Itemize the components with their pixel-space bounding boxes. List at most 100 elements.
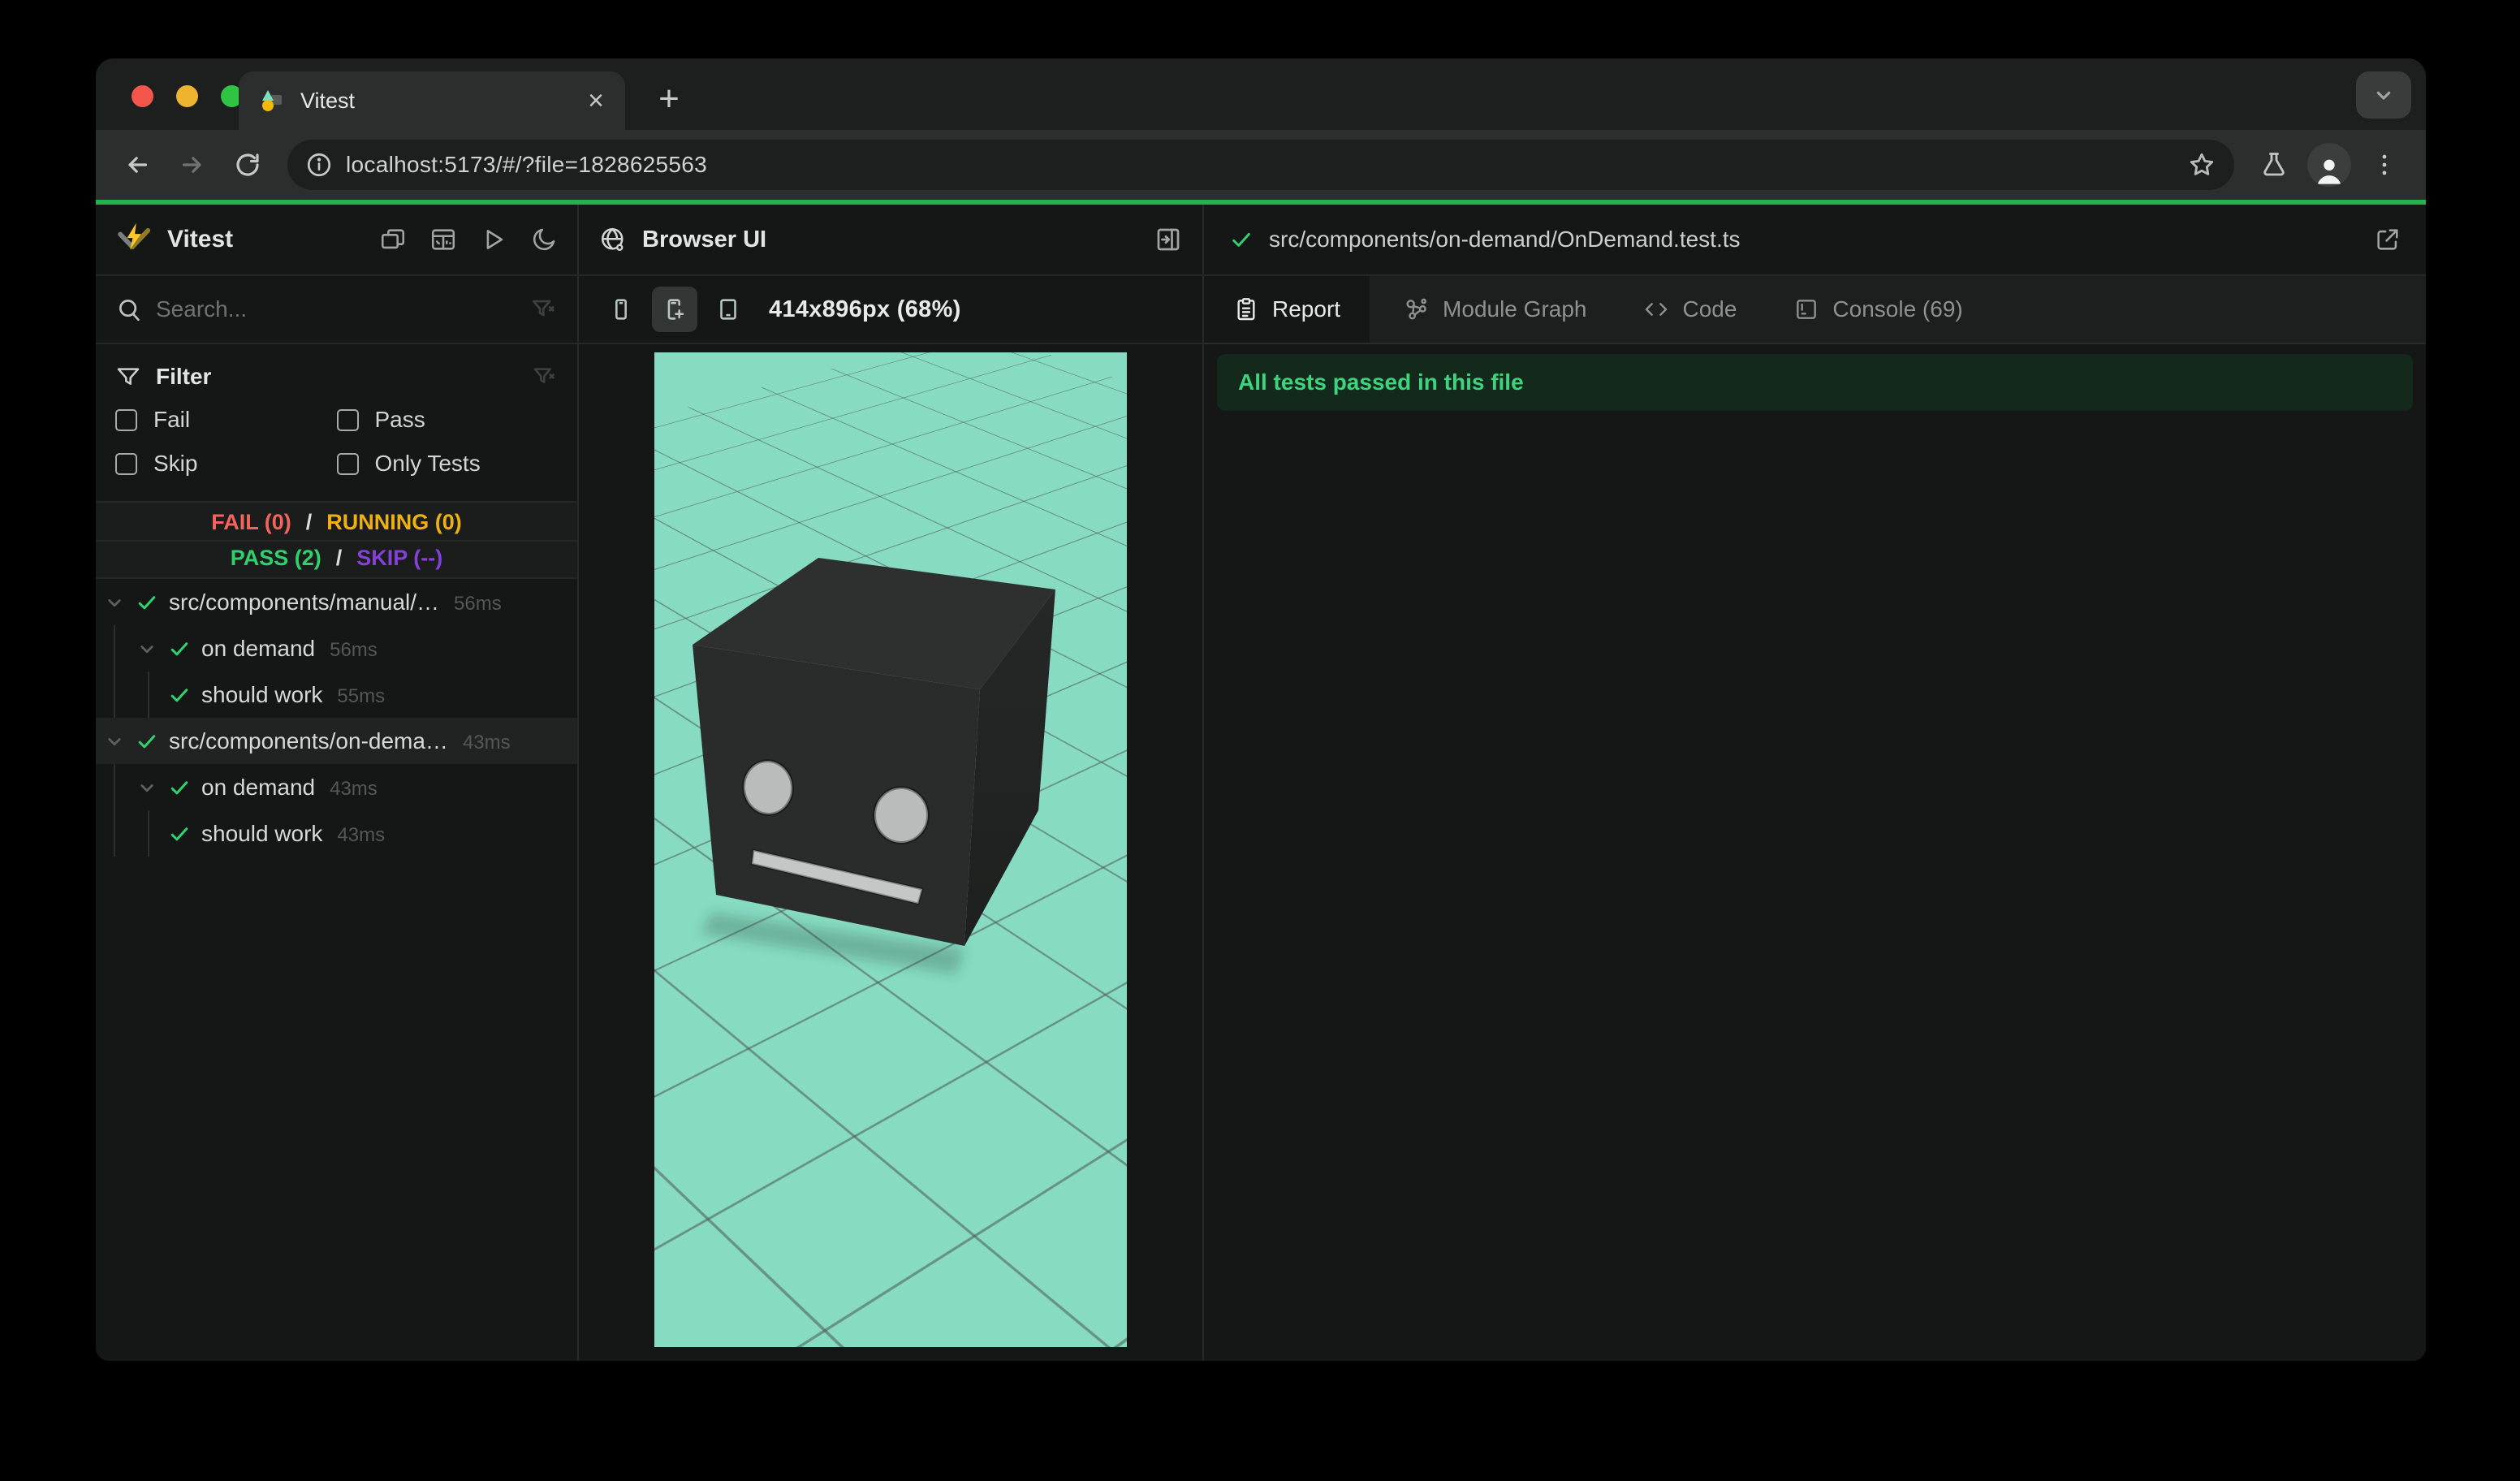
back-arrow-icon: [123, 150, 152, 179]
open-external-icon[interactable]: [2374, 226, 2401, 253]
tab-label: Report: [1272, 296, 1341, 322]
chevron-down-icon[interactable]: [135, 637, 159, 661]
filter-option-skip[interactable]: Skip: [115, 442, 337, 486]
banner-text: All tests passed in this file: [1238, 369, 1524, 395]
tab-strip: Vitest × +: [96, 58, 2426, 130]
filter-label: Skip: [153, 451, 198, 476]
tested-page-viewport[interactable]: [654, 352, 1127, 1347]
tab-report[interactable]: Report: [1204, 276, 1370, 343]
clear-filter-icon[interactable]: [532, 364, 558, 390]
fail-count: FAIL (0): [204, 509, 299, 535]
test-case-name: should work 55ms: [201, 681, 386, 707]
tree-row-suite[interactable]: on demand 56ms: [96, 625, 577, 671]
device-phone-small-button[interactable]: [598, 287, 644, 332]
chevron-down-icon[interactable]: [102, 729, 127, 753]
checkbox[interactable]: [115, 452, 137, 475]
run-all-icon[interactable]: [480, 226, 507, 253]
device-phone-add-button[interactable]: [652, 287, 697, 332]
tab-close-button[interactable]: ×: [588, 87, 604, 114]
traffic-lights: [132, 85, 243, 107]
checkbox[interactable]: [115, 408, 137, 431]
kebab-menu-icon: [2371, 151, 2398, 179]
viewport-dimensions: 414x896px (68%): [769, 296, 961, 322]
url-text[interactable]: localhost:5173/#/?file=1828625563: [346, 152, 2174, 178]
checkbox[interactable]: [336, 408, 359, 431]
test-duration: 56ms: [330, 638, 378, 661]
tree-row-test[interactable]: should work 43ms: [96, 810, 577, 857]
site-info-icon[interactable]: [305, 151, 333, 179]
person-icon: [2317, 159, 2341, 184]
test-duration: 43ms: [330, 777, 378, 800]
browser-tab[interactable]: Vitest ×: [239, 71, 625, 130]
close-window-button[interactable]: [132, 85, 153, 107]
filter-option-pass[interactable]: Pass: [336, 398, 559, 442]
preview-canvas-area: [579, 344, 1202, 1361]
back-button[interactable]: [115, 143, 159, 187]
robot-right-eye: [873, 786, 930, 844]
tree-row-file[interactable]: src/components/manual/… 56ms: [96, 579, 577, 625]
device-tablet-button[interactable]: [706, 287, 751, 332]
dashboard-icon[interactable]: [429, 226, 457, 253]
search-row[interactable]: Search...: [96, 276, 577, 344]
test-file-name: src/components/on-dema… 43ms: [169, 728, 511, 753]
report-content: All tests passed in this file: [1204, 344, 2426, 1361]
sidebar-title: Vitest: [167, 226, 234, 253]
test-suite-name: on demand 43ms: [201, 774, 378, 800]
profile-avatar[interactable]: [2307, 143, 2351, 187]
tab-module-graph[interactable]: Module Graph: [1381, 276, 1609, 343]
pass-check-icon: [135, 590, 159, 615]
address-bar[interactable]: localhost:5173/#/?file=1828625563: [287, 140, 2234, 190]
filter-label: Pass: [374, 407, 425, 432]
phone-plus-icon: [667, 299, 684, 320]
test-status-summary: FAIL (0) / RUNNING (0) PASS (2) / SKIP (…: [96, 501, 577, 579]
tree-row-test[interactable]: should work 55ms: [96, 671, 577, 718]
module-graph-icon: [1404, 296, 1430, 322]
clipboard-icon: [1233, 296, 1259, 322]
phone-icon: [615, 299, 627, 320]
tree-row-suite[interactable]: on demand 43ms: [96, 764, 577, 810]
status-line-1: FAIL (0) / RUNNING (0): [96, 504, 577, 540]
checkbox[interactable]: [336, 452, 359, 475]
browser-toolbar: localhost:5173/#/?file=1828625563: [96, 130, 2426, 200]
test-file-path: src/components/on-demand/OnDemand.test.t…: [1269, 227, 1741, 252]
experiments-button[interactable]: [2252, 143, 2296, 187]
forward-arrow-icon: [178, 150, 207, 179]
pass-check-icon: [135, 729, 159, 753]
cube-front-face: [693, 645, 980, 946]
test-case-name: should work 43ms: [201, 820, 386, 846]
new-tab-button[interactable]: +: [645, 75, 693, 123]
status-line-2: PASS (2) / SKIP (--): [96, 540, 577, 576]
browser-ui-panel: Browser UI 414x896px (68%): [579, 205, 1204, 1361]
forward-button[interactable]: [170, 143, 214, 187]
minimize-window-button[interactable]: [176, 85, 198, 107]
tab-console[interactable]: Console (69): [1771, 276, 1985, 343]
search-input[interactable]: Search...: [156, 296, 517, 322]
status-separator: /: [298, 509, 320, 535]
filter-label: Fail: [153, 407, 191, 432]
reload-button[interactable]: [226, 143, 270, 187]
pass-check-icon: [1228, 227, 1254, 253]
tab-label: Module Graph: [1443, 296, 1587, 322]
open-panel-right-icon[interactable]: [1154, 225, 1183, 254]
tab-search-button[interactable]: [2356, 71, 2411, 119]
filter-option-fail[interactable]: Fail: [115, 398, 337, 442]
browser-menu-button[interactable]: [2362, 143, 2406, 187]
theme-toggle-moon-icon[interactable]: [530, 226, 558, 253]
tree-row-file-selected[interactable]: src/components/on-dema… 43ms: [96, 718, 577, 764]
filter-option-only-tests[interactable]: Only Tests: [336, 442, 559, 486]
chevron-down-icon[interactable]: [135, 775, 159, 800]
overview-windows-icon[interactable]: [379, 226, 407, 253]
chevron-down-icon[interactable]: [102, 590, 127, 615]
browser-ui-header: Browser UI: [579, 205, 1202, 276]
test-tree: src/components/manual/… 56ms on demand 56m…: [96, 579, 577, 1361]
pass-check-icon: [167, 683, 192, 707]
test-duration: 43ms: [337, 823, 386, 846]
test-duration: 55ms: [337, 684, 386, 707]
funnel-icon: [115, 364, 141, 390]
tab-code[interactable]: Code: [1620, 276, 1759, 343]
status-separator: /: [328, 545, 350, 571]
reload-icon: [233, 150, 262, 179]
filter-section: Filter Fail Pass Skip Only Tests: [96, 344, 577, 501]
clear-filter-icon[interactable]: [530, 296, 558, 323]
bookmark-star-icon[interactable]: [2187, 150, 2216, 179]
